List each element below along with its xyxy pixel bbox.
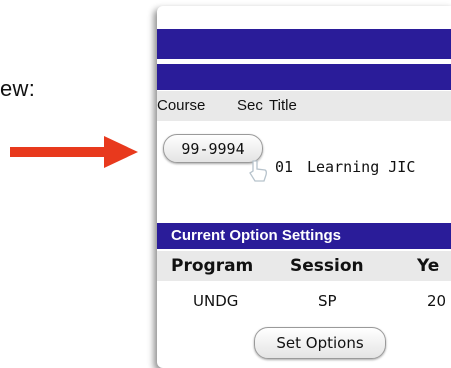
options-header-program: Program bbox=[171, 256, 254, 276]
instruction-label-fragment: ew: bbox=[0, 76, 36, 101]
program-value: UNDG bbox=[193, 292, 239, 310]
pointer-arrow-icon bbox=[10, 136, 138, 168]
section-cell: 01 bbox=[275, 158, 294, 176]
set-options-button[interactable]: Set Options bbox=[254, 327, 386, 359]
year-value: 20 bbox=[427, 292, 447, 310]
set-options-label: Set Options bbox=[276, 334, 364, 352]
course-window: Course Sec Title 99-9994 01 Learning JIC… bbox=[157, 6, 451, 368]
options-section-title: Current Option Settings bbox=[157, 223, 451, 249]
title-bar bbox=[157, 29, 451, 59]
hand-cursor-icon bbox=[249, 160, 267, 182]
options-header-session: Session bbox=[290, 256, 364, 276]
session-value: SP bbox=[318, 292, 337, 310]
options-header-year: Ye bbox=[417, 256, 440, 276]
column-header-sec: Sec bbox=[237, 97, 263, 114]
section-bar bbox=[157, 64, 451, 90]
column-header-title: Title bbox=[269, 97, 297, 114]
column-header-course: Course bbox=[157, 97, 206, 114]
title-cell: Learning JIC bbox=[307, 158, 416, 176]
course-number-label: 99-9994 bbox=[181, 139, 245, 158]
